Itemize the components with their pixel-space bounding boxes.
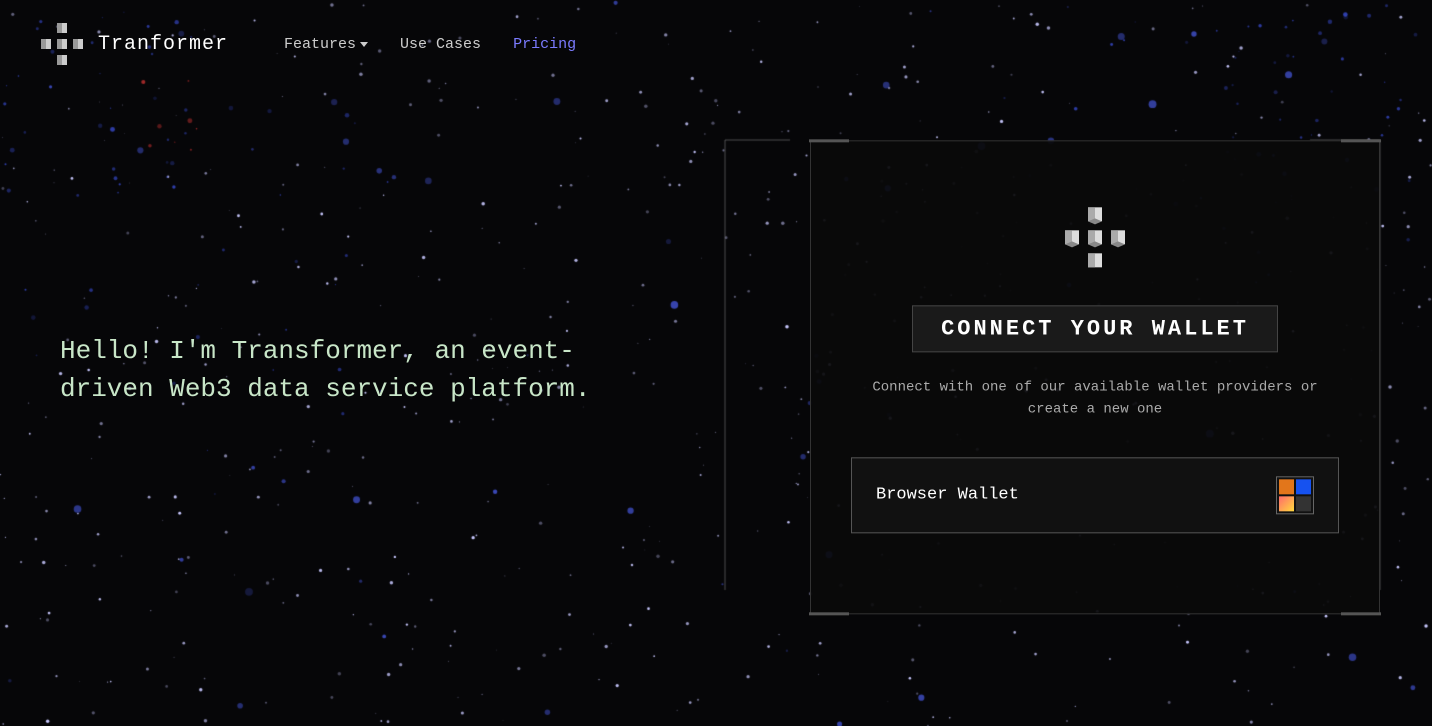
corner-decoration-bl bbox=[809, 612, 849, 615]
panel-logo-icon bbox=[1059, 201, 1131, 273]
connect-subtitle: Connect with one of our available wallet… bbox=[851, 376, 1339, 421]
connect-title: CONNECT YOUR WALLET bbox=[941, 316, 1249, 341]
connect-wallet-panel: CONNECT YOUR WALLET Connect with one of … bbox=[810, 140, 1380, 614]
corner-decoration-br bbox=[1341, 612, 1381, 615]
wallet-icon-grid bbox=[1276, 476, 1314, 514]
connect-title-box: CONNECT YOUR WALLET bbox=[912, 305, 1278, 352]
navigation: Tranformer Features Use Cases Pricing bbox=[0, 0, 1432, 88]
nav-pricing[interactable]: Pricing bbox=[513, 36, 576, 53]
rainbow-icon-cell bbox=[1279, 496, 1294, 511]
hero-text: Hello! I'm Transformer, an event-driven … bbox=[60, 333, 640, 408]
hero-section: Hello! I'm Transformer, an event-driven … bbox=[60, 333, 640, 408]
other-wallet-icon-cell bbox=[1296, 496, 1311, 511]
coinbase-icon-cell bbox=[1296, 479, 1311, 494]
brand-logo[interactable]: Tranformer bbox=[36, 18, 228, 70]
wallet-button-label: Browser Wallet bbox=[876, 486, 1019, 505]
brand-name: Tranformer bbox=[98, 33, 228, 56]
nav-use-cases[interactable]: Use Cases bbox=[400, 36, 481, 53]
browser-wallet-button[interactable]: Browser Wallet bbox=[851, 457, 1339, 533]
nav-links: Features Use Cases Pricing bbox=[284, 36, 576, 53]
chevron-down-icon bbox=[360, 42, 368, 47]
nav-features[interactable]: Features bbox=[284, 36, 368, 53]
metamask-icon-cell bbox=[1279, 479, 1294, 494]
